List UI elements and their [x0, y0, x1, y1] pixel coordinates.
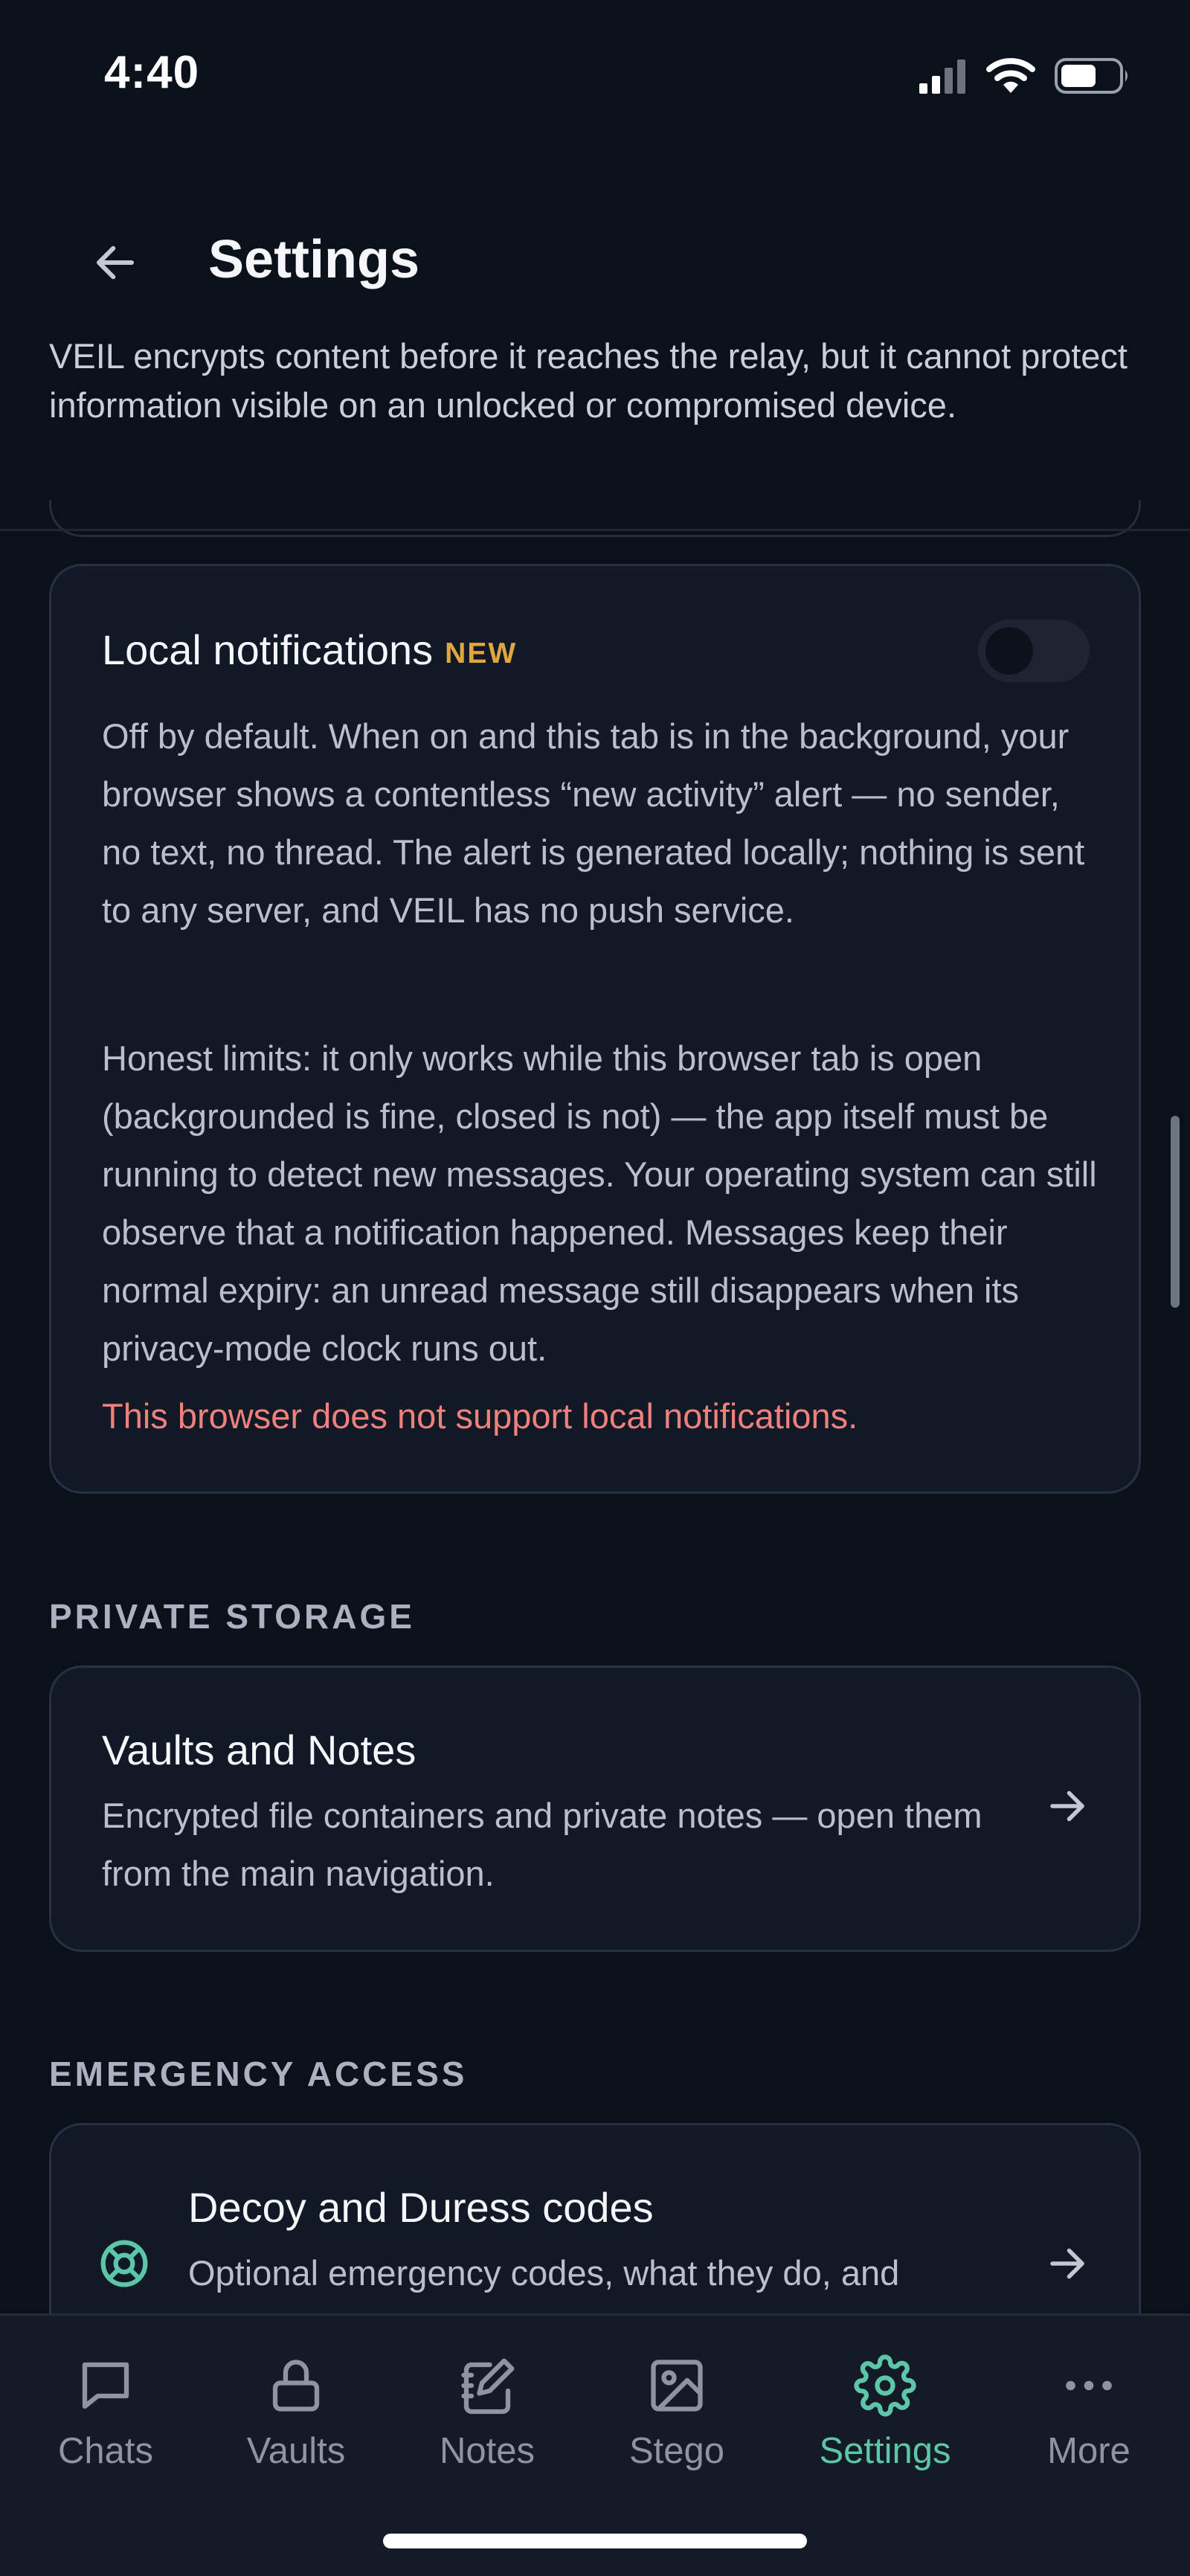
previous-card-edge — [49, 500, 1141, 537]
notifications-limits-text: Honest limits: it only works while this … — [102, 1038, 1097, 1368]
notifications-description: Off by default. When on and this tab is … — [102, 716, 1085, 930]
nav-item-chats[interactable]: Chats — [20, 2316, 191, 2494]
nav-item-settings[interactable]: Settings — [800, 2316, 971, 2494]
gear-icon — [854, 2354, 916, 2417]
nav-label: Vaults — [246, 2431, 346, 2471]
home-indicator — [383, 2534, 807, 2548]
lifebuoy-icon — [100, 2240, 148, 2287]
vaults-and-notes-row[interactable]: Vaults and Notes Encrypted file containe… — [49, 1666, 1141, 1952]
vaults-and-notes-title: Vaults and Notes — [102, 1727, 416, 1773]
lock-icon — [272, 2360, 320, 2412]
chat-bubble-icon — [82, 2362, 129, 2409]
nav-item-more[interactable]: More — [1003, 2316, 1174, 2494]
nav-label: More — [1047, 2431, 1130, 2471]
toggle-knob — [985, 627, 1033, 675]
image-icon — [651, 2360, 703, 2412]
local-notifications-title: Local notifications NEW — [102, 626, 517, 674]
nav-label: Settings — [819, 2431, 951, 2471]
nav-label: Stego — [628, 2431, 725, 2471]
nav-item-vaults[interactable]: Vaults — [210, 2316, 382, 2494]
local-notifications-label: Local notifications — [102, 626, 434, 673]
arrow-left-icon — [96, 245, 135, 280]
new-badge: NEW — [445, 637, 518, 669]
header: Settings — [0, 201, 1190, 320]
status-time: 4:40 — [104, 47, 200, 98]
local-notifications-toggle[interactable] — [978, 620, 1090, 682]
section-label-private-storage: PRIVATE STORAGE — [49, 1597, 415, 1636]
cellular-signal-icon — [919, 60, 965, 94]
header-divider — [0, 529, 1190, 531]
decoy-duress-title: Decoy and Duress codes — [188, 2184, 654, 2231]
scrollbar-thumb[interactable] — [1171, 1116, 1180, 1308]
more-dots-icon — [1066, 2380, 1112, 2391]
back-button[interactable] — [80, 228, 150, 298]
status-icons — [919, 54, 1130, 98]
intro-text: VEIL encrypts content before it reaches … — [49, 336, 1128, 425]
nav-label: Notes — [439, 2431, 535, 2471]
wifi-icon — [986, 58, 1035, 93]
notebook-icon — [461, 2358, 515, 2415]
nav-item-stego[interactable]: Stego — [591, 2316, 762, 2494]
arrow-right-icon — [1050, 2248, 1084, 2279]
nav-label: Chats — [57, 2431, 153, 2471]
decoy-duress-description: Optional emergency codes, what they do, … — [188, 2253, 900, 2293]
notifications-unsupported-error: This browser does not support local noti… — [102, 1396, 858, 1436]
local-notifications-card: Local notifications NEW Off by default. W… — [49, 564, 1141, 1494]
arrow-right-icon — [1050, 1790, 1084, 1822]
page-title: Settings — [208, 230, 420, 289]
vaults-and-notes-description: Encrypted file containers and private no… — [102, 1796, 982, 1893]
status-bar: 4:40 — [0, 0, 1190, 149]
nav-item-notes[interactable]: Notes — [402, 2316, 573, 2494]
battery-icon — [1055, 58, 1128, 94]
section-label-emergency-access: EMERGENCY ACCESS — [49, 2055, 468, 2093]
